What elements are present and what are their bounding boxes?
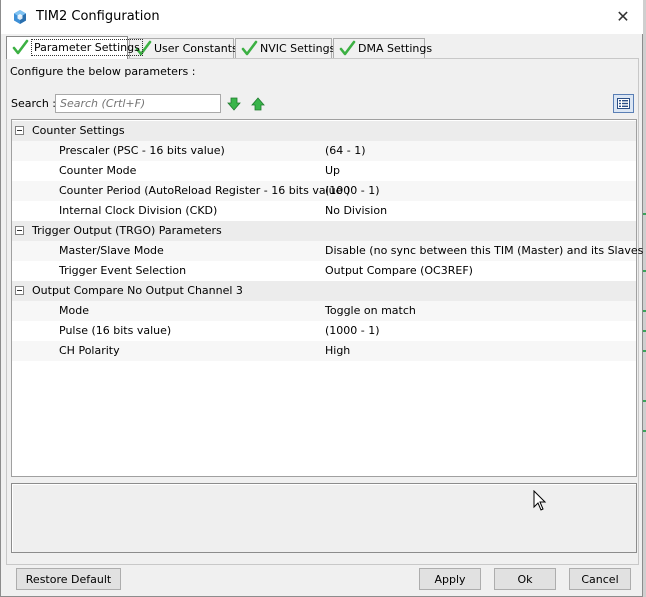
group-row-output-compare[interactable]: Output Compare No Output Channel 3 <box>12 281 636 301</box>
param-name: CH Polarity <box>59 344 120 357</box>
title-bar[interactable]: TIM2 Configuration ✕ <box>1 0 643 34</box>
param-name: Master/Slave Mode <box>59 244 164 257</box>
param-value[interactable]: No Division <box>325 201 387 220</box>
param-value[interactable]: Toggle on match <box>325 301 416 320</box>
param-name: Counter Period (AutoReload Register - 16… <box>59 184 351 197</box>
checkmark-icon <box>339 40 356 56</box>
close-button[interactable]: ✕ <box>613 6 633 28</box>
param-name: Trigger Event Selection <box>59 264 187 277</box>
view-toggle-button[interactable] <box>613 94 634 113</box>
tab-label: Parameter Settings <box>31 39 143 56</box>
param-row-ch-polarity[interactable]: CH Polarity High <box>12 341 636 361</box>
search-input[interactable] <box>55 94 221 113</box>
collapse-icon[interactable] <box>15 286 24 295</box>
tab-label: NVIC Settings <box>260 42 336 55</box>
tab-user-constants[interactable]: User Constants <box>129 38 238 58</box>
group-label: Counter Settings <box>32 124 125 137</box>
param-row-pulse[interactable]: Pulse (16 bits value) (1000 - 1) <box>12 321 636 341</box>
group-label: Trigger Output (TRGO) Parameters <box>32 224 222 237</box>
group-row-trigger-output[interactable]: Trigger Output (TRGO) Parameters <box>12 221 636 241</box>
configure-instructions: Configure the below parameters : <box>10 65 196 78</box>
param-name: Mode <box>59 304 89 317</box>
ok-button[interactable]: Ok <box>494 568 556 590</box>
param-value[interactable]: (1000 - 1) <box>325 321 380 340</box>
parameter-settings-panel: Configure the below parameters : Search … <box>6 58 643 565</box>
window-title: TIM2 Configuration <box>36 9 160 24</box>
group-row-counter-settings[interactable]: Counter Settings <box>12 121 636 141</box>
tim2-configuration-dialog: TIM2 Configuration ✕ Parameter Settings … <box>0 0 643 597</box>
param-row-prescaler[interactable]: Prescaler (PSC - 16 bits value) (64 - 1) <box>12 141 636 161</box>
param-value[interactable]: Output Compare (OC3REF) <box>325 261 473 280</box>
list-view-icon <box>617 98 630 109</box>
param-name: Counter Mode <box>59 164 137 177</box>
tab-parameter-settings[interactable]: Parameter Settings <box>6 36 143 59</box>
param-name: Internal Clock Division (CKD) <box>59 204 218 217</box>
param-name: Prescaler (PSC - 16 bits value) <box>59 144 225 157</box>
param-value[interactable]: (64 - 1) <box>325 141 366 160</box>
checkmark-icon <box>241 40 258 56</box>
param-value[interactable]: High <box>325 341 350 360</box>
arrow-down-icon[interactable] <box>227 97 241 111</box>
apply-button[interactable]: Apply <box>419 568 481 590</box>
checkmark-icon <box>12 39 29 55</box>
param-row-counter-mode[interactable]: Counter Mode Up <box>12 161 636 181</box>
close-icon: ✕ <box>616 7 630 26</box>
param-value[interactable]: Disable (no sync between this TIM (Maste… <box>325 241 643 260</box>
param-row-mode[interactable]: Mode Toggle on match <box>12 301 636 321</box>
arrow-up-icon[interactable] <box>251 97 265 111</box>
parameter-tree: Counter Settings Prescaler (PSC - 16 bit… <box>11 119 643 477</box>
param-row-trigger-event[interactable]: Trigger Event Selection Output Compare (… <box>12 261 636 281</box>
mouse-pointer-icon <box>533 490 547 511</box>
param-name: Pulse (16 bits value) <box>59 324 172 337</box>
tab-label: User Constants <box>154 42 238 55</box>
tab-nvic-settings[interactable]: NVIC Settings <box>235 38 336 58</box>
collapse-icon[interactable] <box>15 226 24 235</box>
param-value[interactable]: Up <box>325 161 340 180</box>
search-label: Search : <box>11 97 56 110</box>
cancel-button[interactable]: Cancel <box>569 568 631 590</box>
collapse-icon[interactable] <box>15 126 24 135</box>
cube-icon <box>14 10 26 24</box>
group-label: Output Compare No Output Channel 3 <box>32 284 243 297</box>
param-row-master-slave-mode[interactable]: Master/Slave Mode Disable (no sync betwe… <box>12 241 643 261</box>
restore-default-button[interactable]: Restore Default <box>16 568 121 590</box>
tab-dma-settings[interactable]: DMA Settings <box>333 38 432 58</box>
param-row-counter-period[interactable]: Counter Period (AutoReload Register - 16… <box>12 181 636 201</box>
tab-label: DMA Settings <box>358 42 433 55</box>
param-row-clock-division[interactable]: Internal Clock Division (CKD) No Divisio… <box>12 201 636 221</box>
param-value[interactable]: (1000 - 1) <box>325 181 380 200</box>
